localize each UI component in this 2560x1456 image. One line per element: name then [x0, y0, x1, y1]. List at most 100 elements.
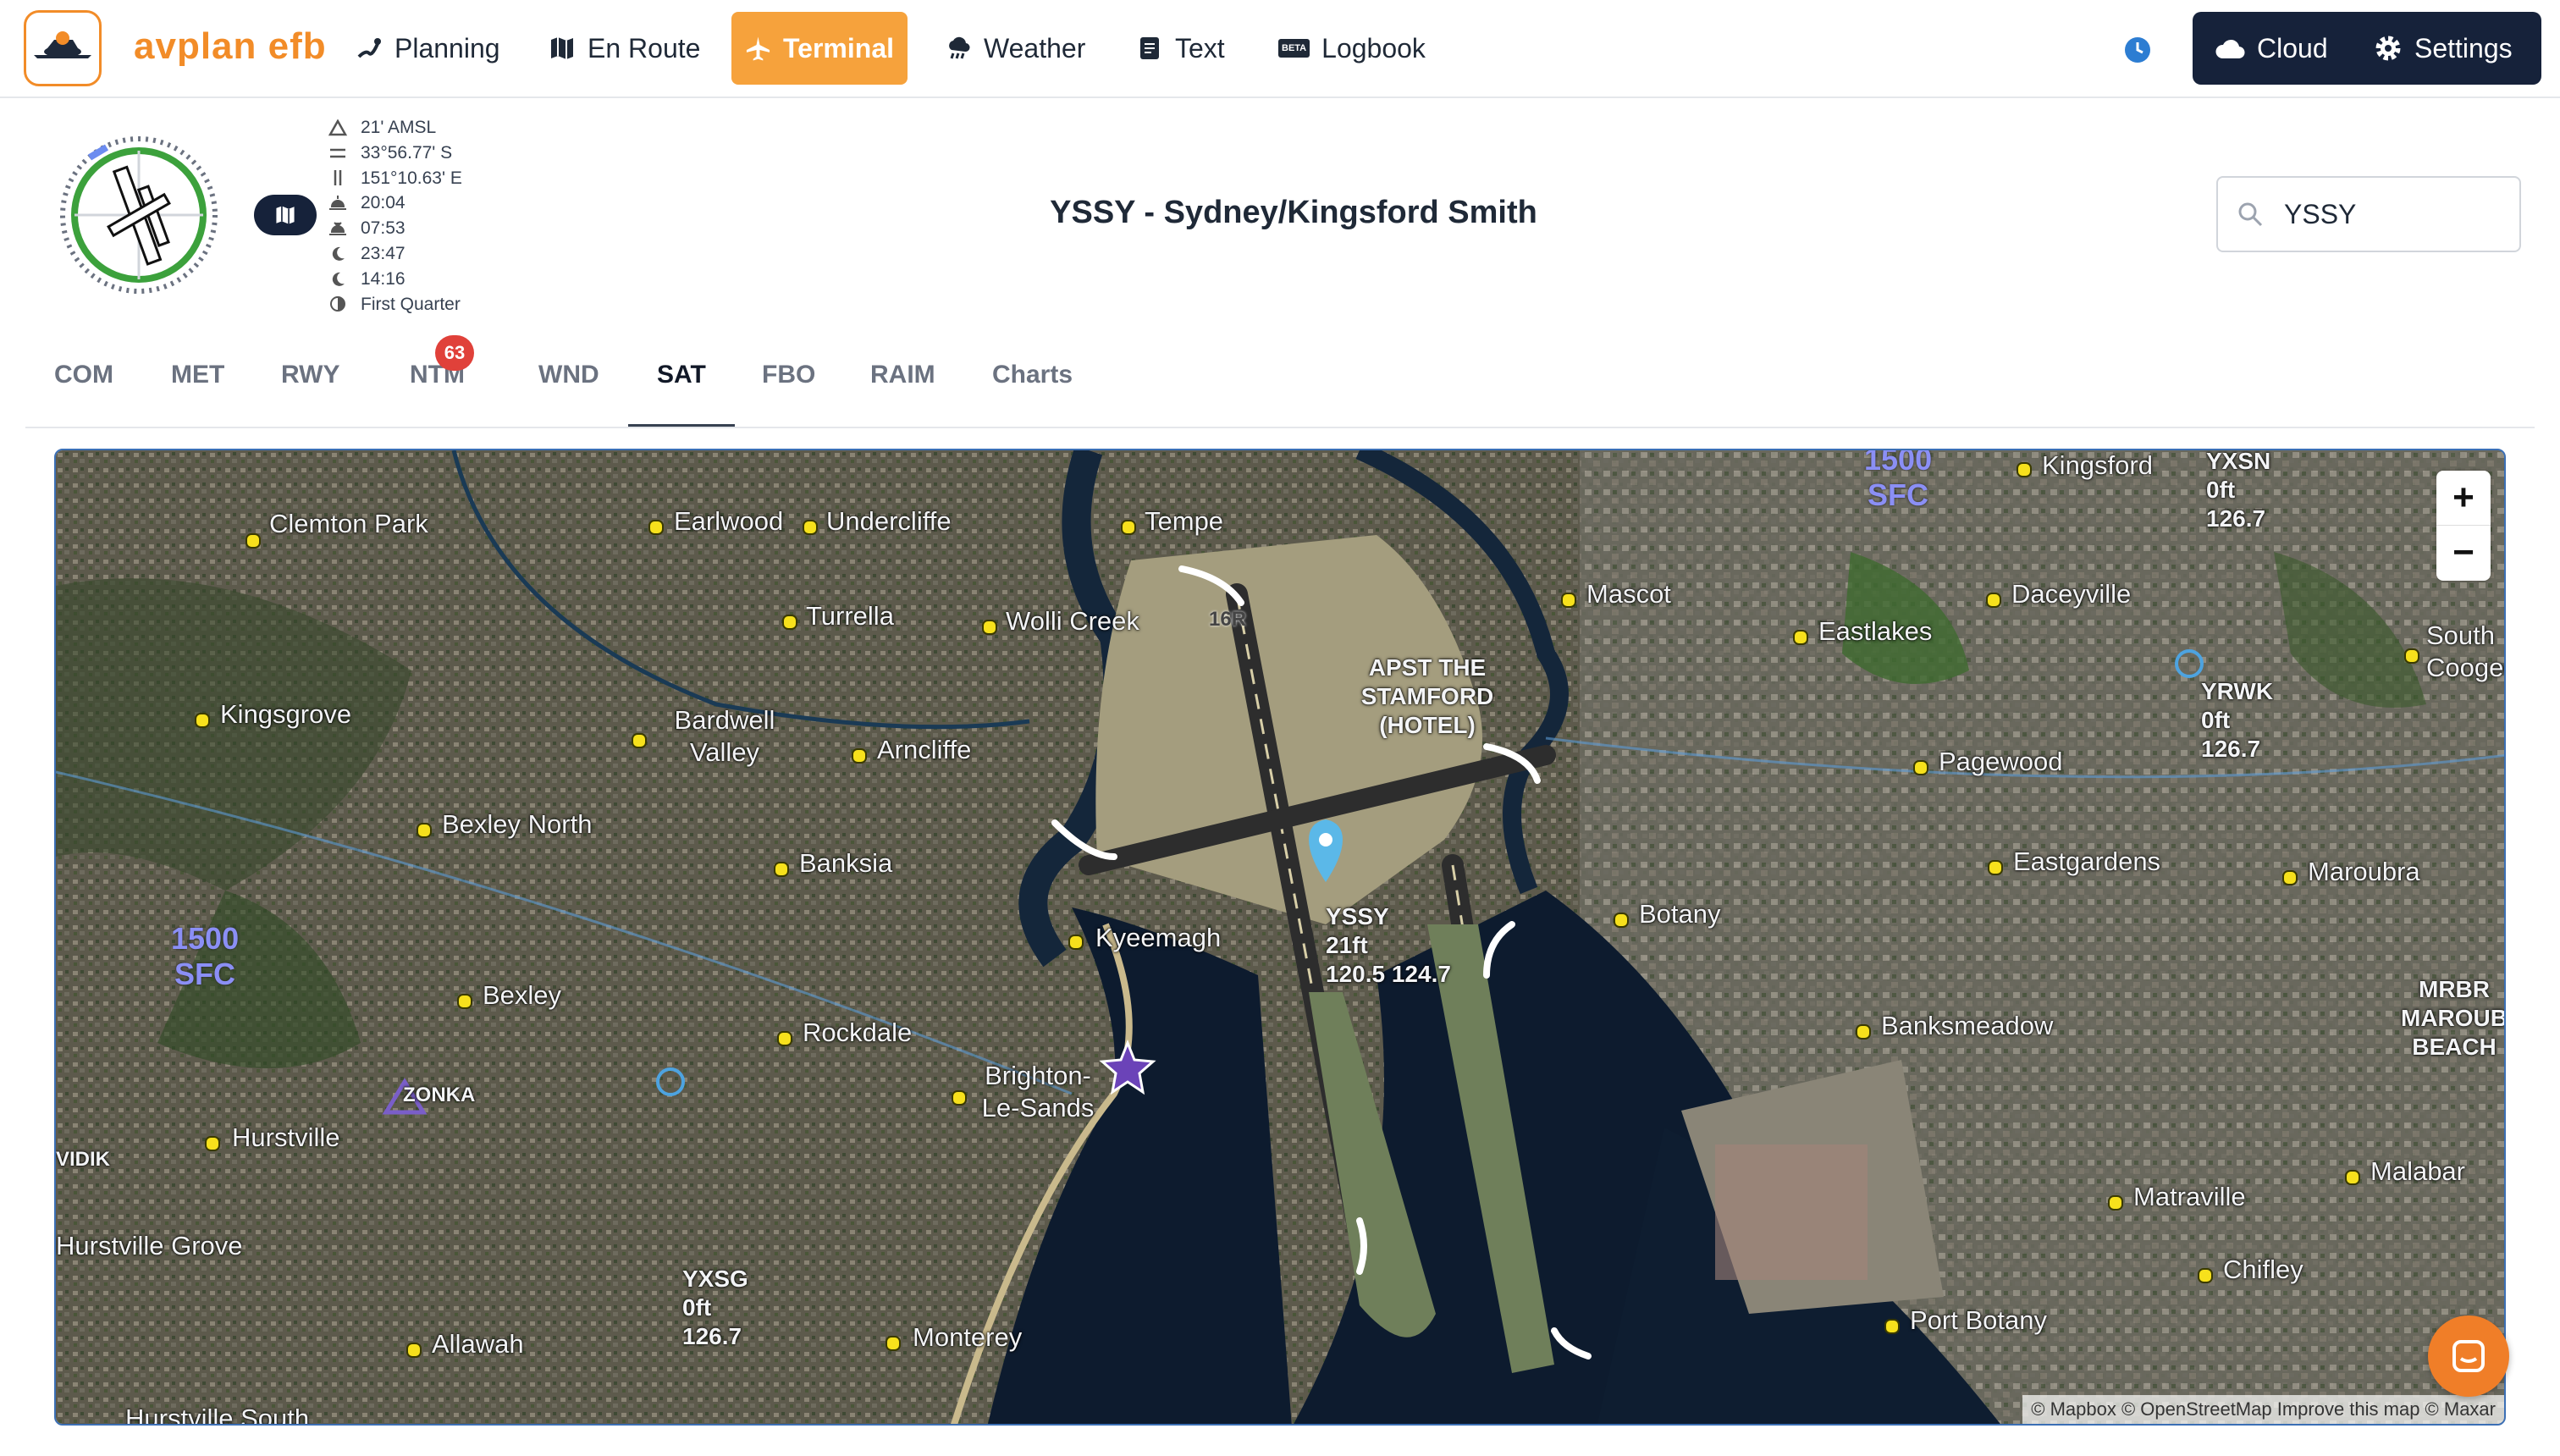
suburb-dot [2404, 648, 2419, 664]
tab-fbo[interactable]: FBO [762, 361, 815, 425]
nav-logbook[interactable]: BETA Logbook [1265, 12, 1439, 85]
route-icon [357, 38, 381, 58]
info-elevation: 21' AMSL [328, 115, 462, 141]
page-title: YSSY - Sydney/Kingsford Smith [1050, 195, 1537, 230]
suburb-label: Malabar [2370, 1156, 2465, 1186]
cloud-icon [2215, 39, 2245, 59]
cloud-label: Cloud [2257, 32, 2328, 63]
suburb-label: South Coogee [2426, 620, 2504, 682]
settings-button[interactable]: Settings [2374, 12, 2513, 85]
nav-text[interactable]: Text [1123, 12, 1239, 85]
airspace-label: 1500 SFC [1864, 449, 1933, 512]
suburb-dot [1988, 860, 2003, 875]
suburb-label: Bardwell Valley [674, 705, 775, 767]
longitude-icon [328, 168, 347, 187]
clock-icon[interactable] [2123, 36, 2152, 64]
airport-elevation: 21ft [1326, 932, 1368, 958]
suburb-dot [1614, 913, 1629, 928]
suburb-label: Brighton-Le-Sands [981, 1061, 1095, 1122]
suburb-dot [2345, 1170, 2360, 1185]
heli-label-yxsg: YXSG 0ft 126.7 [682, 1266, 748, 1349]
suburb-label: Bexley [483, 980, 562, 1010]
satellite-map[interactable]: Clemton Park Earlwood Undercliffe Tempe … [54, 449, 2506, 1426]
suburb-dot [1913, 760, 1928, 775]
app-logo-icon[interactable] [24, 10, 102, 86]
moon-phase-icon [328, 295, 347, 313]
tab-wnd[interactable]: WND [538, 361, 599, 425]
satellite-imagery[interactable] [56, 450, 2506, 1426]
gear-icon [2375, 36, 2401, 61]
nav-weather[interactable]: Weather [931, 12, 1099, 85]
nav-text-label: Text [1175, 32, 1225, 63]
mrbr-label: MRBR MAROUBRA BEACH [2401, 976, 2506, 1060]
suburb-label: Hurstville [232, 1122, 340, 1152]
tab-raim[interactable]: RAIM [870, 361, 935, 425]
suburb-dot [1121, 520, 1136, 535]
info-sunrise-text: 20:04 [361, 193, 406, 213]
document-icon [1140, 37, 1159, 59]
airspace-label: 1500 SFC [171, 921, 240, 991]
info-latitude: 33°56.77' S [328, 141, 462, 166]
info-moon-phase-text: First Quarter [361, 294, 461, 314]
suburb-label: Hurstville South [125, 1404, 310, 1426]
suburb-dot [952, 1090, 967, 1106]
suburb-label: Monterey [913, 1322, 1023, 1352]
suburb-dot [777, 1031, 792, 1046]
heli-label-yrwk: YRWK 0ft 126.7 [2201, 678, 2274, 762]
info-moon-phase: First Quarter [328, 292, 462, 317]
top-nav: avplan efb Planning En Route Terminal We… [0, 0, 2560, 98]
elevation-icon [328, 119, 347, 137]
waypoint-label: VIDIK [56, 1148, 111, 1171]
suburb-label: Arncliffe [877, 735, 972, 764]
nav-en-route[interactable]: En Route [535, 12, 714, 85]
info-longitude-text: 151°10.63' E [361, 168, 462, 188]
airport-frequency: 120.5 124.7 [1326, 961, 1451, 987]
cloud-settings-bar: Cloud Settings [2193, 12, 2541, 85]
info-longitude: 151°10.63' E [328, 166, 462, 191]
suburb-label: Clemton Park [269, 509, 428, 538]
tab-com[interactable]: COM [54, 361, 113, 425]
suburb-dot [648, 520, 664, 535]
suburb-dot [205, 1136, 220, 1151]
suburb-dot [852, 748, 867, 764]
map-toggle-button[interactable] [254, 195, 317, 235]
map-attribution[interactable]: © Mapbox © OpenStreetMap Improve this ma… [2022, 1395, 2504, 1424]
suburb-dot [2282, 870, 2298, 885]
chat-icon [2452, 1340, 2485, 1372]
suburb-dot [803, 520, 818, 535]
suburb-dot [1856, 1024, 1871, 1040]
info-moonrise-text: 23:47 [361, 243, 406, 263]
map-icon [276, 206, 295, 224]
cloud-button[interactable]: Cloud [2215, 12, 2328, 85]
latitude-icon [328, 144, 347, 163]
tab-rwy[interactable]: RWY [281, 361, 339, 425]
suburb-dot [2017, 462, 2032, 477]
zoom-out-button[interactable]: − [2436, 526, 2491, 580]
suburb-label: Chifley [2223, 1255, 2303, 1284]
tab-charts[interactable]: Charts [992, 361, 1073, 425]
suburb-label: Allawah [432, 1329, 524, 1359]
apst-label: APST THE STAMFORD (HOTEL) [1360, 654, 1494, 738]
suburb-dot [457, 994, 472, 1009]
airport-info: 21' AMSL 33°56.77' S 151°10.63' E 20:04 … [328, 115, 462, 317]
nav-terminal[interactable]: Terminal [731, 12, 908, 85]
info-sunset: 07:53 [328, 216, 462, 241]
suburb-label: Pagewood [1939, 747, 2063, 776]
chat-button[interactable] [2428, 1315, 2509, 1397]
info-moonset: 14:16 [328, 267, 462, 292]
suburb-label: Banksmeadow [1881, 1011, 2054, 1040]
info-sunset-text: 07:53 [361, 218, 406, 239]
search-input[interactable] [2282, 197, 2489, 231]
moonset-icon [328, 270, 347, 289]
suburb-label: Earlwood [674, 506, 784, 536]
nav-planning[interactable]: Planning [342, 12, 514, 85]
airport-search[interactable] [2216, 176, 2521, 252]
zoom-in-button[interactable]: + [2436, 471, 2491, 526]
tab-sat[interactable]: SAT [628, 361, 735, 427]
suburb-dot [1793, 630, 1808, 645]
tab-met[interactable]: MET [171, 361, 224, 425]
suburb-label: Wolli Creek [1006, 606, 1139, 636]
terminal-tabs: COM MET RWY NTM WND SAT FBO RAIM Charts [25, 339, 2535, 428]
airport-code: YSSY [1326, 903, 1389, 929]
nav-en-route-label: En Route [588, 32, 701, 63]
